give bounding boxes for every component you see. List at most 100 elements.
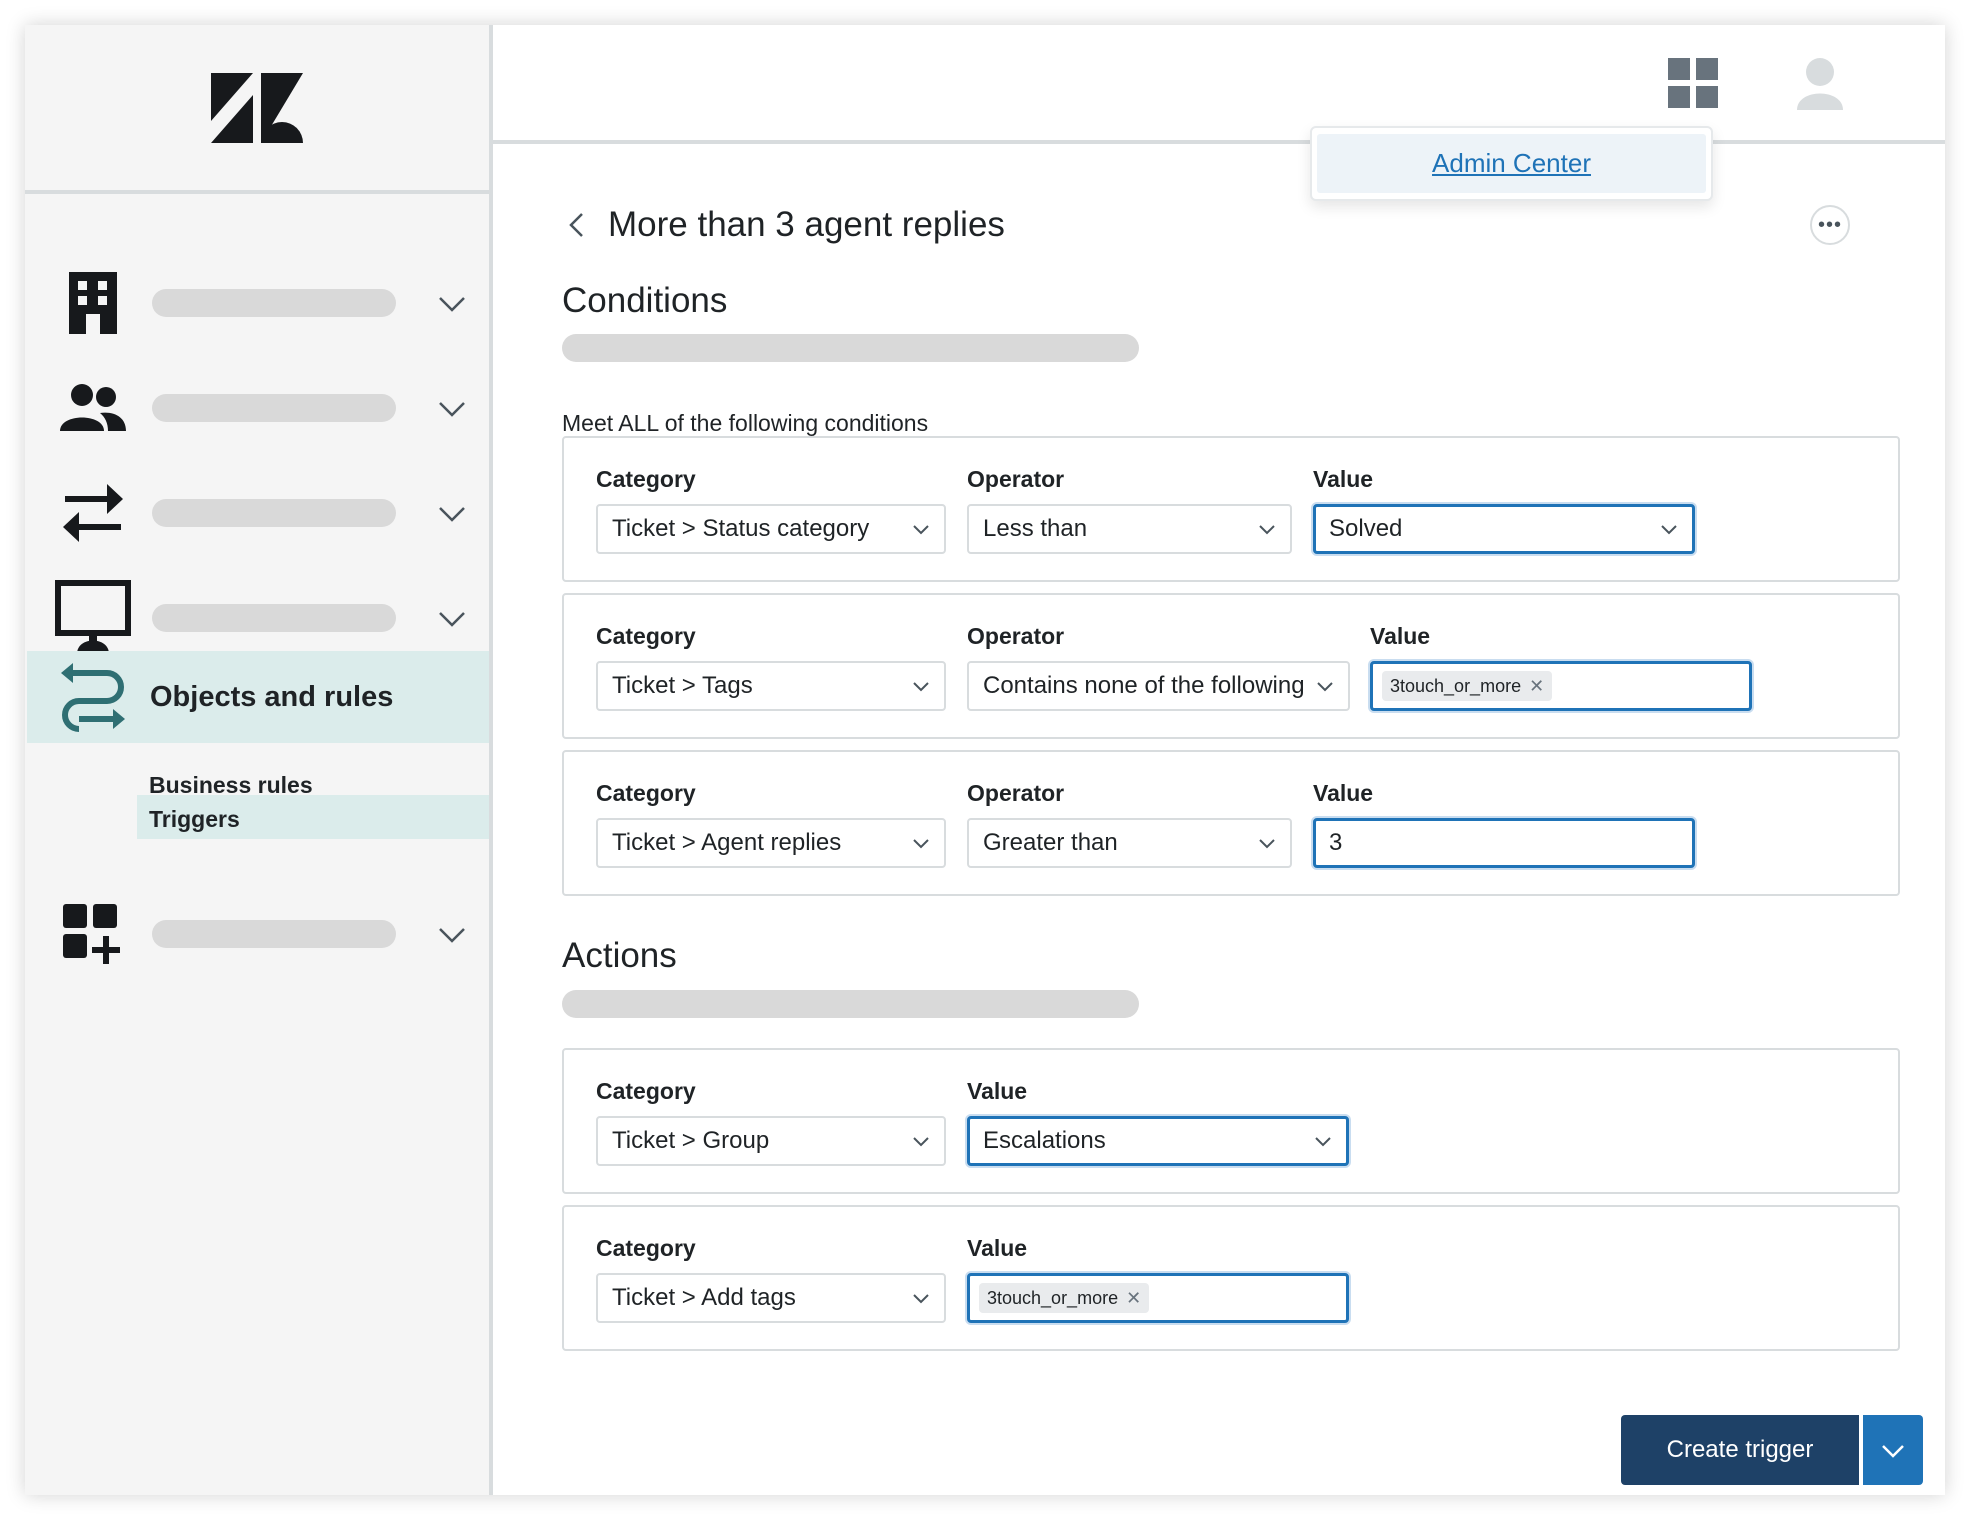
chevron-down-icon — [913, 1137, 929, 1147]
condition-row: Category Ticket > Status category Operat… — [562, 436, 1900, 582]
remove-tag-icon[interactable]: ✕ — [1126, 1288, 1141, 1309]
operator-select[interactable]: Contains none of the following — [967, 661, 1350, 711]
operator-select[interactable]: Less than — [967, 504, 1292, 554]
category-select[interactable]: Ticket > Status category — [596, 504, 946, 554]
chevron-down-icon — [1259, 525, 1275, 535]
chevron-down-icon — [1661, 525, 1677, 535]
chevron-down-icon[interactable] — [435, 391, 469, 425]
operator-value: Less than — [983, 515, 1088, 542]
value-select[interactable]: Solved — [1313, 504, 1695, 554]
chevron-down-icon — [913, 525, 929, 535]
category-value: Ticket > Group — [612, 1127, 770, 1154]
nav-item-placeholder — [152, 499, 396, 527]
meet-all-label: Meet ALL of the following conditions — [562, 410, 929, 436]
chevron-down-icon[interactable] — [435, 601, 469, 635]
logo-area — [25, 25, 489, 194]
value-value: Escalations — [983, 1127, 1106, 1154]
nav-item-placeholder — [152, 920, 396, 948]
sidebar: Objects and rules Business rules Trigger… — [25, 25, 493, 1495]
create-trigger-label: Create trigger — [1666, 1436, 1814, 1463]
chevron-down-icon — [1315, 1137, 1331, 1147]
value-label: Value — [1313, 780, 1374, 806]
zendesk-logo[interactable] — [211, 72, 303, 143]
building-icon — [55, 265, 131, 341]
back-chevron-icon[interactable] — [562, 210, 592, 240]
tag-label: 3touch_or_more — [987, 1287, 1119, 1308]
chevron-down-icon — [913, 839, 929, 849]
nav-item-placeholder — [152, 604, 396, 632]
value-label: Value — [967, 1078, 1028, 1104]
chevron-down-icon[interactable] — [435, 496, 469, 530]
tag-label: 3touch_or_more — [1390, 675, 1522, 696]
tags-input[interactable]: 3touch_or_more ✕ — [967, 1273, 1349, 1323]
value-label: Value — [1370, 623, 1431, 649]
tag-chip[interactable]: 3touch_or_more ✕ — [1382, 671, 1553, 701]
chevron-down-icon — [913, 1294, 929, 1304]
conditions-description-placeholder — [562, 334, 1139, 362]
operator-label: Operator — [967, 623, 1065, 649]
category-value: Ticket > Status category — [612, 515, 870, 542]
operator-label: Operator — [967, 780, 1065, 806]
user-avatar-icon[interactable] — [1795, 58, 1845, 110]
value-input[interactable]: 3 — [1313, 818, 1695, 868]
category-label: Category — [596, 780, 696, 806]
sub-item-triggers[interactable]: Triggers — [149, 806, 240, 833]
chevron-down-icon — [1882, 1445, 1904, 1458]
operator-select[interactable]: Greater than — [967, 818, 1292, 868]
condition-row: Category Ticket > Agent replies Operator… — [562, 750, 1900, 896]
category-label: Category — [596, 1078, 696, 1104]
operator-value: Contains none of the following — [983, 672, 1305, 699]
chevron-down-icon — [1259, 839, 1275, 849]
apps-grid-icon[interactable] — [1668, 58, 1718, 110]
chevron-down-icon[interactable] — [435, 917, 469, 951]
operator-label: Operator — [967, 466, 1065, 492]
category-label: Category — [596, 623, 696, 649]
more-options-button[interactable]: ••• — [1810, 205, 1850, 245]
category-select[interactable]: Ticket > Tags — [596, 661, 946, 711]
tag-chip[interactable]: 3touch_or_more ✕ — [979, 1283, 1150, 1313]
sub-item-business-rules[interactable]: Business rules — [149, 772, 313, 799]
value-value: 3 — [1329, 829, 1343, 856]
nav-item-organization[interactable] — [25, 257, 489, 349]
create-options-dropdown-button[interactable] — [1863, 1415, 1923, 1485]
actions-description-placeholder — [562, 990, 1139, 1018]
people-icon — [55, 370, 131, 446]
chevron-down-icon[interactable] — [435, 286, 469, 320]
category-label: Category — [596, 1235, 696, 1261]
value-select[interactable]: Escalations — [967, 1116, 1349, 1166]
nav-item-apps[interactable] — [25, 888, 489, 980]
conditions-title: Conditions — [562, 281, 728, 320]
value-label: Value — [967, 1235, 1028, 1261]
create-trigger-button[interactable]: Create trigger — [1621, 1415, 1859, 1485]
operator-value: Greater than — [983, 829, 1118, 856]
nav-item-placeholder — [152, 289, 396, 317]
monitor-icon — [55, 580, 131, 656]
remove-tag-icon[interactable]: ✕ — [1529, 676, 1544, 697]
nav-item-placeholder — [152, 394, 396, 422]
nav-item-people[interactable] — [25, 362, 489, 454]
apps-add-icon — [55, 896, 131, 972]
category-select[interactable]: Ticket > Group — [596, 1116, 946, 1166]
app-window: Objects and rules Business rules Trigger… — [25, 25, 1945, 1495]
popover-item[interactable]: Admin Center — [1317, 134, 1706, 193]
page-header: More than 3 agent replies — [562, 205, 1005, 245]
action-row: Category Ticket > Add tags Value 3touch_… — [562, 1205, 1900, 1351]
category-select[interactable]: Ticket > Agent replies — [596, 818, 946, 868]
nav-item-objects-and-rules[interactable]: Objects and rules — [27, 651, 489, 743]
category-select[interactable]: Ticket > Add tags — [596, 1273, 946, 1323]
value-value: Solved — [1329, 515, 1403, 542]
chevron-down-icon — [913, 682, 929, 692]
page-title: More than 3 agent replies — [608, 205, 1005, 244]
chevron-down-icon — [1317, 682, 1333, 692]
category-value: Ticket > Add tags — [612, 1284, 796, 1311]
tags-input[interactable]: 3touch_or_more ✕ — [1370, 661, 1752, 711]
nav-item-channels[interactable] — [25, 467, 489, 559]
objects-rules-icon — [55, 659, 131, 735]
nav-item-label: Objects and rules — [150, 681, 394, 713]
arrows-exchange-icon — [55, 475, 131, 551]
category-label: Category — [596, 466, 696, 492]
value-label: Value — [1313, 466, 1374, 492]
condition-row: Category Ticket > Tags Operator Contains… — [562, 593, 1900, 739]
admin-center-link[interactable]: Admin Center — [1432, 148, 1591, 179]
top-bar — [493, 25, 1945, 144]
